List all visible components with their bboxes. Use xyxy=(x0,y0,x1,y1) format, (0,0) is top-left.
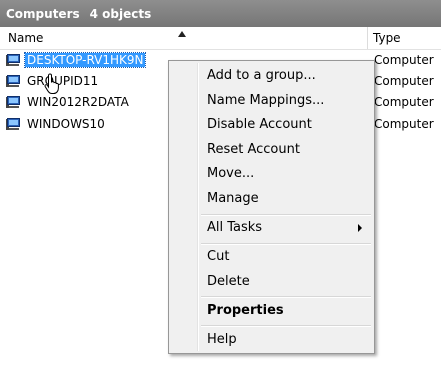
submenu-arrow-icon xyxy=(358,224,362,232)
menu-item-disable-account[interactable]: Disable Account xyxy=(171,114,372,136)
menu-item-delete[interactable]: Delete xyxy=(171,271,372,293)
container-title: Computers xyxy=(6,6,80,21)
menu-item-manage[interactable]: Manage xyxy=(171,188,372,210)
menu-separator xyxy=(201,325,371,327)
column-type-header[interactable]: Type xyxy=(373,31,401,45)
computer-icon xyxy=(6,75,22,88)
menu-item-name-mappings[interactable]: Name Mappings... xyxy=(171,90,372,112)
menu-item-properties[interactable]: Properties xyxy=(171,300,372,322)
column-name-header[interactable]: Name xyxy=(8,31,43,45)
computer-type: Computer xyxy=(374,95,434,109)
column-divider[interactable] xyxy=(367,27,368,49)
menu-item-label: Name Mappings... xyxy=(207,93,325,108)
hand-pointer-icon xyxy=(44,73,59,94)
computer-icon xyxy=(6,118,22,131)
computer-name[interactable]: GROUPID11 xyxy=(25,74,100,88)
menu-item-cut[interactable]: Cut xyxy=(171,246,372,268)
menu-item-label: Add to a group... xyxy=(207,68,316,83)
object-count: 4 objects xyxy=(89,6,152,21)
computer-type: Computer xyxy=(374,74,434,88)
computer-name[interactable]: DESKTOP-RV1HK9N xyxy=(23,52,147,68)
menu-item-label: Cut xyxy=(207,249,230,264)
menu-item-label: Move... xyxy=(207,166,255,181)
menu-item-label: Properties xyxy=(207,303,284,318)
menu-item-reset-account[interactable]: Reset Account xyxy=(171,139,372,161)
menu-item-label: Disable Account xyxy=(207,117,312,132)
menu-item-all-tasks[interactable]: All Tasks xyxy=(171,217,372,239)
computer-type: Computer xyxy=(374,53,434,67)
menu-item-help[interactable]: Help xyxy=(171,329,372,351)
menu-separator xyxy=(201,214,371,216)
menu-item-label: Reset Account xyxy=(207,142,300,157)
column-header-row: Name Type xyxy=(0,27,441,50)
context-menu: Add to a group... Name Mappings... Disab… xyxy=(168,60,375,354)
menu-separator xyxy=(201,243,371,245)
menu-item-label: All Tasks xyxy=(207,220,263,235)
computer-type: Computer xyxy=(374,117,434,131)
menu-item-label: Delete xyxy=(207,274,250,289)
menu-item-label: Manage xyxy=(207,191,259,206)
computer-icon xyxy=(6,96,22,109)
menu-item-add-to-group[interactable]: Add to a group... xyxy=(171,65,372,87)
menu-separator xyxy=(201,296,371,298)
menu-item-label: Help xyxy=(207,332,237,347)
sort-ascending-icon xyxy=(178,31,186,37)
computer-icon xyxy=(6,54,22,67)
computer-name[interactable]: WINDOWS10 xyxy=(25,117,107,131)
menu-item-move[interactable]: Move... xyxy=(171,163,372,185)
computer-name[interactable]: WIN2012R2DATA xyxy=(25,95,131,109)
list-header-bar: Computers 4 objects xyxy=(0,0,441,27)
